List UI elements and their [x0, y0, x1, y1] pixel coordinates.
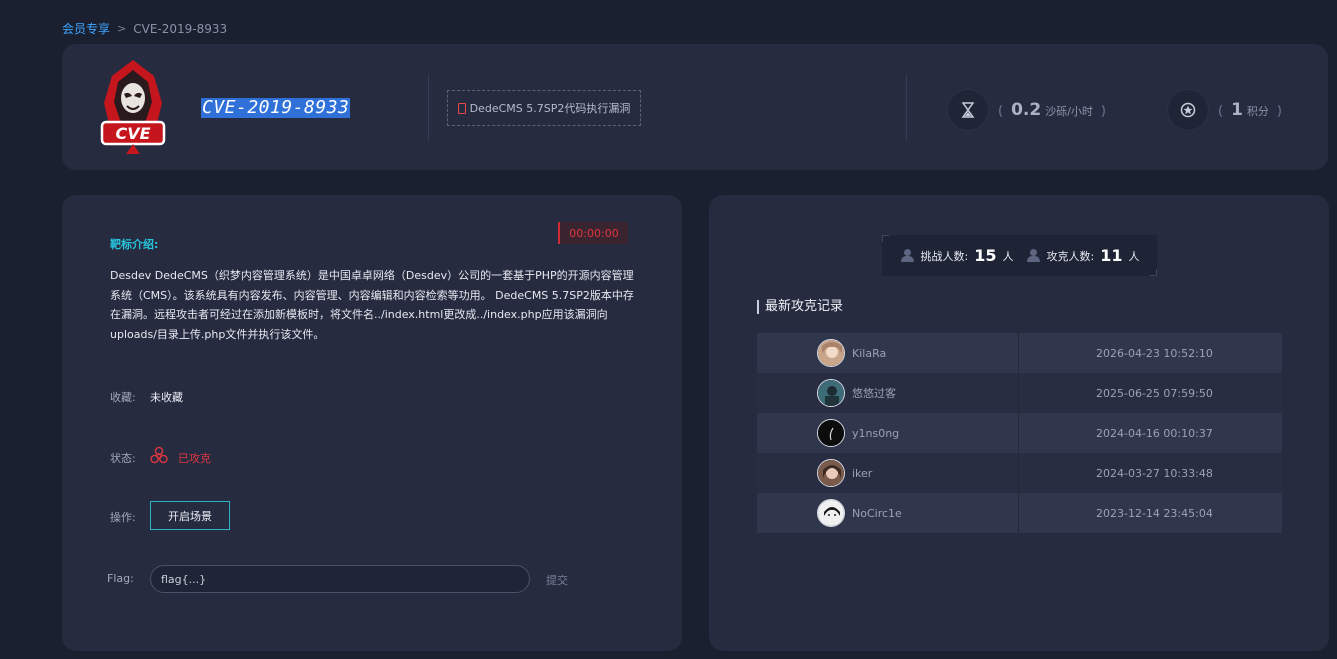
avatar[interactable] [817, 459, 845, 487]
participant-counts: 挑战人数: 15 人 攻克人数: 11 人 [882, 235, 1157, 276]
solve-records-table: KilaRa 2026-04-23 10:52:10 悠悠过客 2025-06-… [757, 333, 1282, 533]
latest-solves-title: 最新攻克记录 [757, 300, 843, 314]
sand-rate-unit: 沙砾/小时 [1045, 105, 1093, 118]
submit-flag-button[interactable]: 提交 [546, 572, 568, 588]
table-row: y1ns0ng 2024-04-16 00:10:37 [757, 413, 1282, 453]
avatar[interactable] [817, 419, 845, 447]
cve-title: CVE-2019-8933 [201, 97, 351, 118]
points-stat: ( 1 积分 ) [1168, 90, 1292, 130]
solve-time: 2024-04-16 00:10:37 [1096, 426, 1213, 440]
user-icon [1026, 249, 1041, 262]
solve-time: 2023-12-14 23:45:04 [1096, 506, 1213, 520]
divider [906, 74, 907, 140]
sand-rate-value: 0.2 [1011, 100, 1042, 120]
target-description: Desdev DedeCMS（织梦内容管理系统）是中国卓卓网络（Desdev）公… [110, 269, 634, 341]
avatar[interactable] [817, 339, 845, 367]
cve-hacker-logo: CVE [96, 58, 170, 158]
flag-label: Flag: [107, 572, 134, 585]
biohazard-icon [149, 446, 169, 466]
solve-time: 2025-06-25 07:59:50 [1096, 386, 1213, 400]
solver-name[interactable]: iker [852, 467, 872, 480]
challengers-count: 15 [974, 246, 997, 265]
divider [428, 74, 429, 140]
status-value: 已攻克 [178, 452, 211, 465]
table-row: NoCirc1e 2023-12-14 23:45:04 [757, 493, 1282, 533]
medal-icon [1168, 90, 1208, 130]
solver-name[interactable]: 悠悠过客 [852, 385, 896, 401]
vuln-name-tag: DedeCMS 5.7SP2代码执行漏洞 [447, 90, 641, 126]
solvers-count: 11 [1100, 246, 1123, 265]
challengers-label: 挑战人数: [920, 249, 969, 263]
target-info-panel: 靶标介绍: 00:00:00 Desdev DedeCMS（织梦内容管理系统）是… [62, 195, 682, 651]
points-unit: 积分 [1246, 105, 1269, 118]
favorite-label: 收藏: [110, 391, 136, 404]
flag-input[interactable] [150, 565, 530, 593]
solvers-label: 攻克人数: [1046, 249, 1095, 263]
vuln-name: DedeCMS 5.7SP2代码执行漏洞 [469, 102, 631, 115]
countdown-timer: 00:00:00 [558, 222, 628, 244]
challengers-unit: 人 [1002, 249, 1014, 263]
table-row: iker 2024-03-27 10:33:48 [757, 453, 1282, 493]
table-row: KilaRa 2026-04-23 10:52:10 [757, 333, 1282, 373]
status-label: 状态: [110, 452, 136, 465]
breadcrumb-link-members[interactable]: 会员专享 [62, 20, 110, 37]
points-value: 1 [1231, 100, 1243, 120]
avatar[interactable] [817, 379, 845, 407]
breadcrumb-current: CVE-2019-8933 [133, 21, 228, 36]
sand-rate-stat: ( 0.2 沙砾/小时 ) [948, 90, 1116, 130]
favorite-toggle[interactable]: 未收藏 [150, 389, 183, 405]
table-row: 悠悠过客 2025-06-25 07:59:50 [757, 373, 1282, 413]
user-icon [900, 249, 915, 262]
start-scene-button[interactable]: 开启场景 [150, 501, 230, 530]
solver-name[interactable]: y1ns0ng [852, 427, 899, 440]
action-label: 操作: [110, 511, 136, 524]
logo-text: CVE [115, 124, 150, 143]
solvers-unit: 人 [1128, 249, 1140, 263]
avatar[interactable] [817, 499, 845, 527]
breadcrumb: 会员专享 > CVE-2019-8933 [62, 20, 227, 37]
solver-name[interactable]: KilaRa [852, 347, 886, 360]
bookmark-icon [457, 102, 466, 114]
challenge-header: CVE CVE-2019-8933 DedeCMS 5.7SP2代码执行漏洞 (… [62, 44, 1328, 170]
chevron-right-icon: > [117, 22, 127, 35]
target-intro-label: 靶标介绍: [110, 238, 159, 251]
solve-records-panel: 挑战人数: 15 人 攻克人数: 11 人 最新攻克记录 KilaRa 2026… [709, 195, 1329, 651]
solve-time: 2024-03-27 10:33:48 [1096, 466, 1213, 480]
hourglass-icon [948, 90, 988, 130]
solver-name[interactable]: NoCirc1e [852, 507, 902, 520]
solve-time: 2026-04-23 10:52:10 [1096, 346, 1213, 360]
